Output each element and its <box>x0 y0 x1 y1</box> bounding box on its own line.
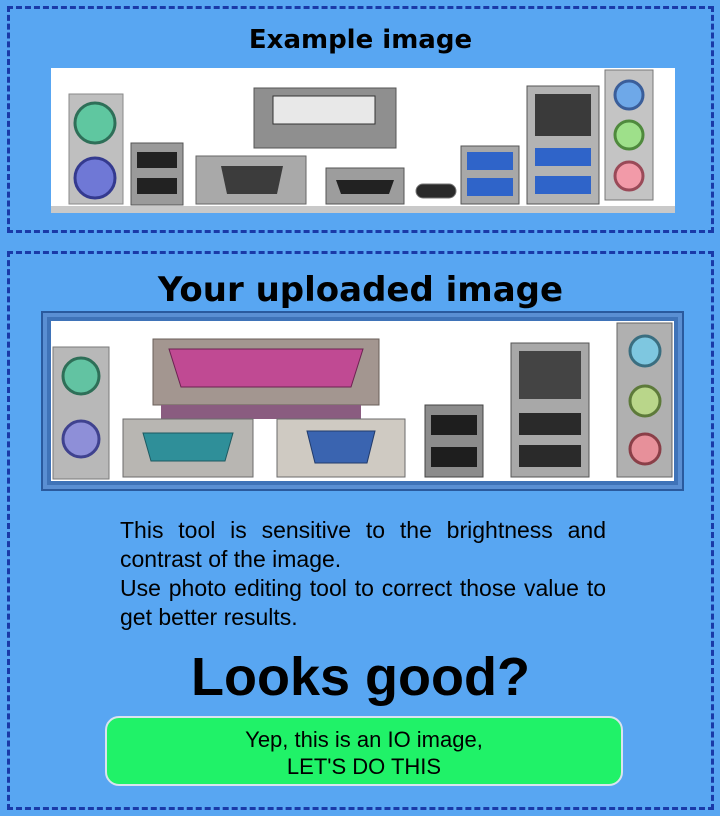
uploaded-io-image <box>51 321 674 481</box>
upload-title: Your uploaded image <box>157 270 564 310</box>
hint-line-1: This tool is sensitive to the brightness… <box>120 517 606 572</box>
example-panel: Example image <box>7 6 714 233</box>
confirm-prompt: Looks good? <box>191 647 530 707</box>
upload-panel: Your uploaded image This tool is sensiti… <box>7 251 714 810</box>
brightness-hint: This tool is sensitive to the brightness… <box>120 516 606 632</box>
hint-line-2: Use photo editing tool to correct those … <box>120 575 606 630</box>
example-io-image <box>51 68 675 213</box>
example-title: Example image <box>248 25 473 55</box>
confirm-button-line-2: LET'S DO THIS <box>286 754 442 779</box>
uploaded-image-frame <box>41 311 684 491</box>
confirm-button-line-1: Yep, this is an IO image, <box>245 727 483 752</box>
confirm-button[interactable]: Yep, this is an IO image, LET'S DO THIS <box>105 716 623 786</box>
